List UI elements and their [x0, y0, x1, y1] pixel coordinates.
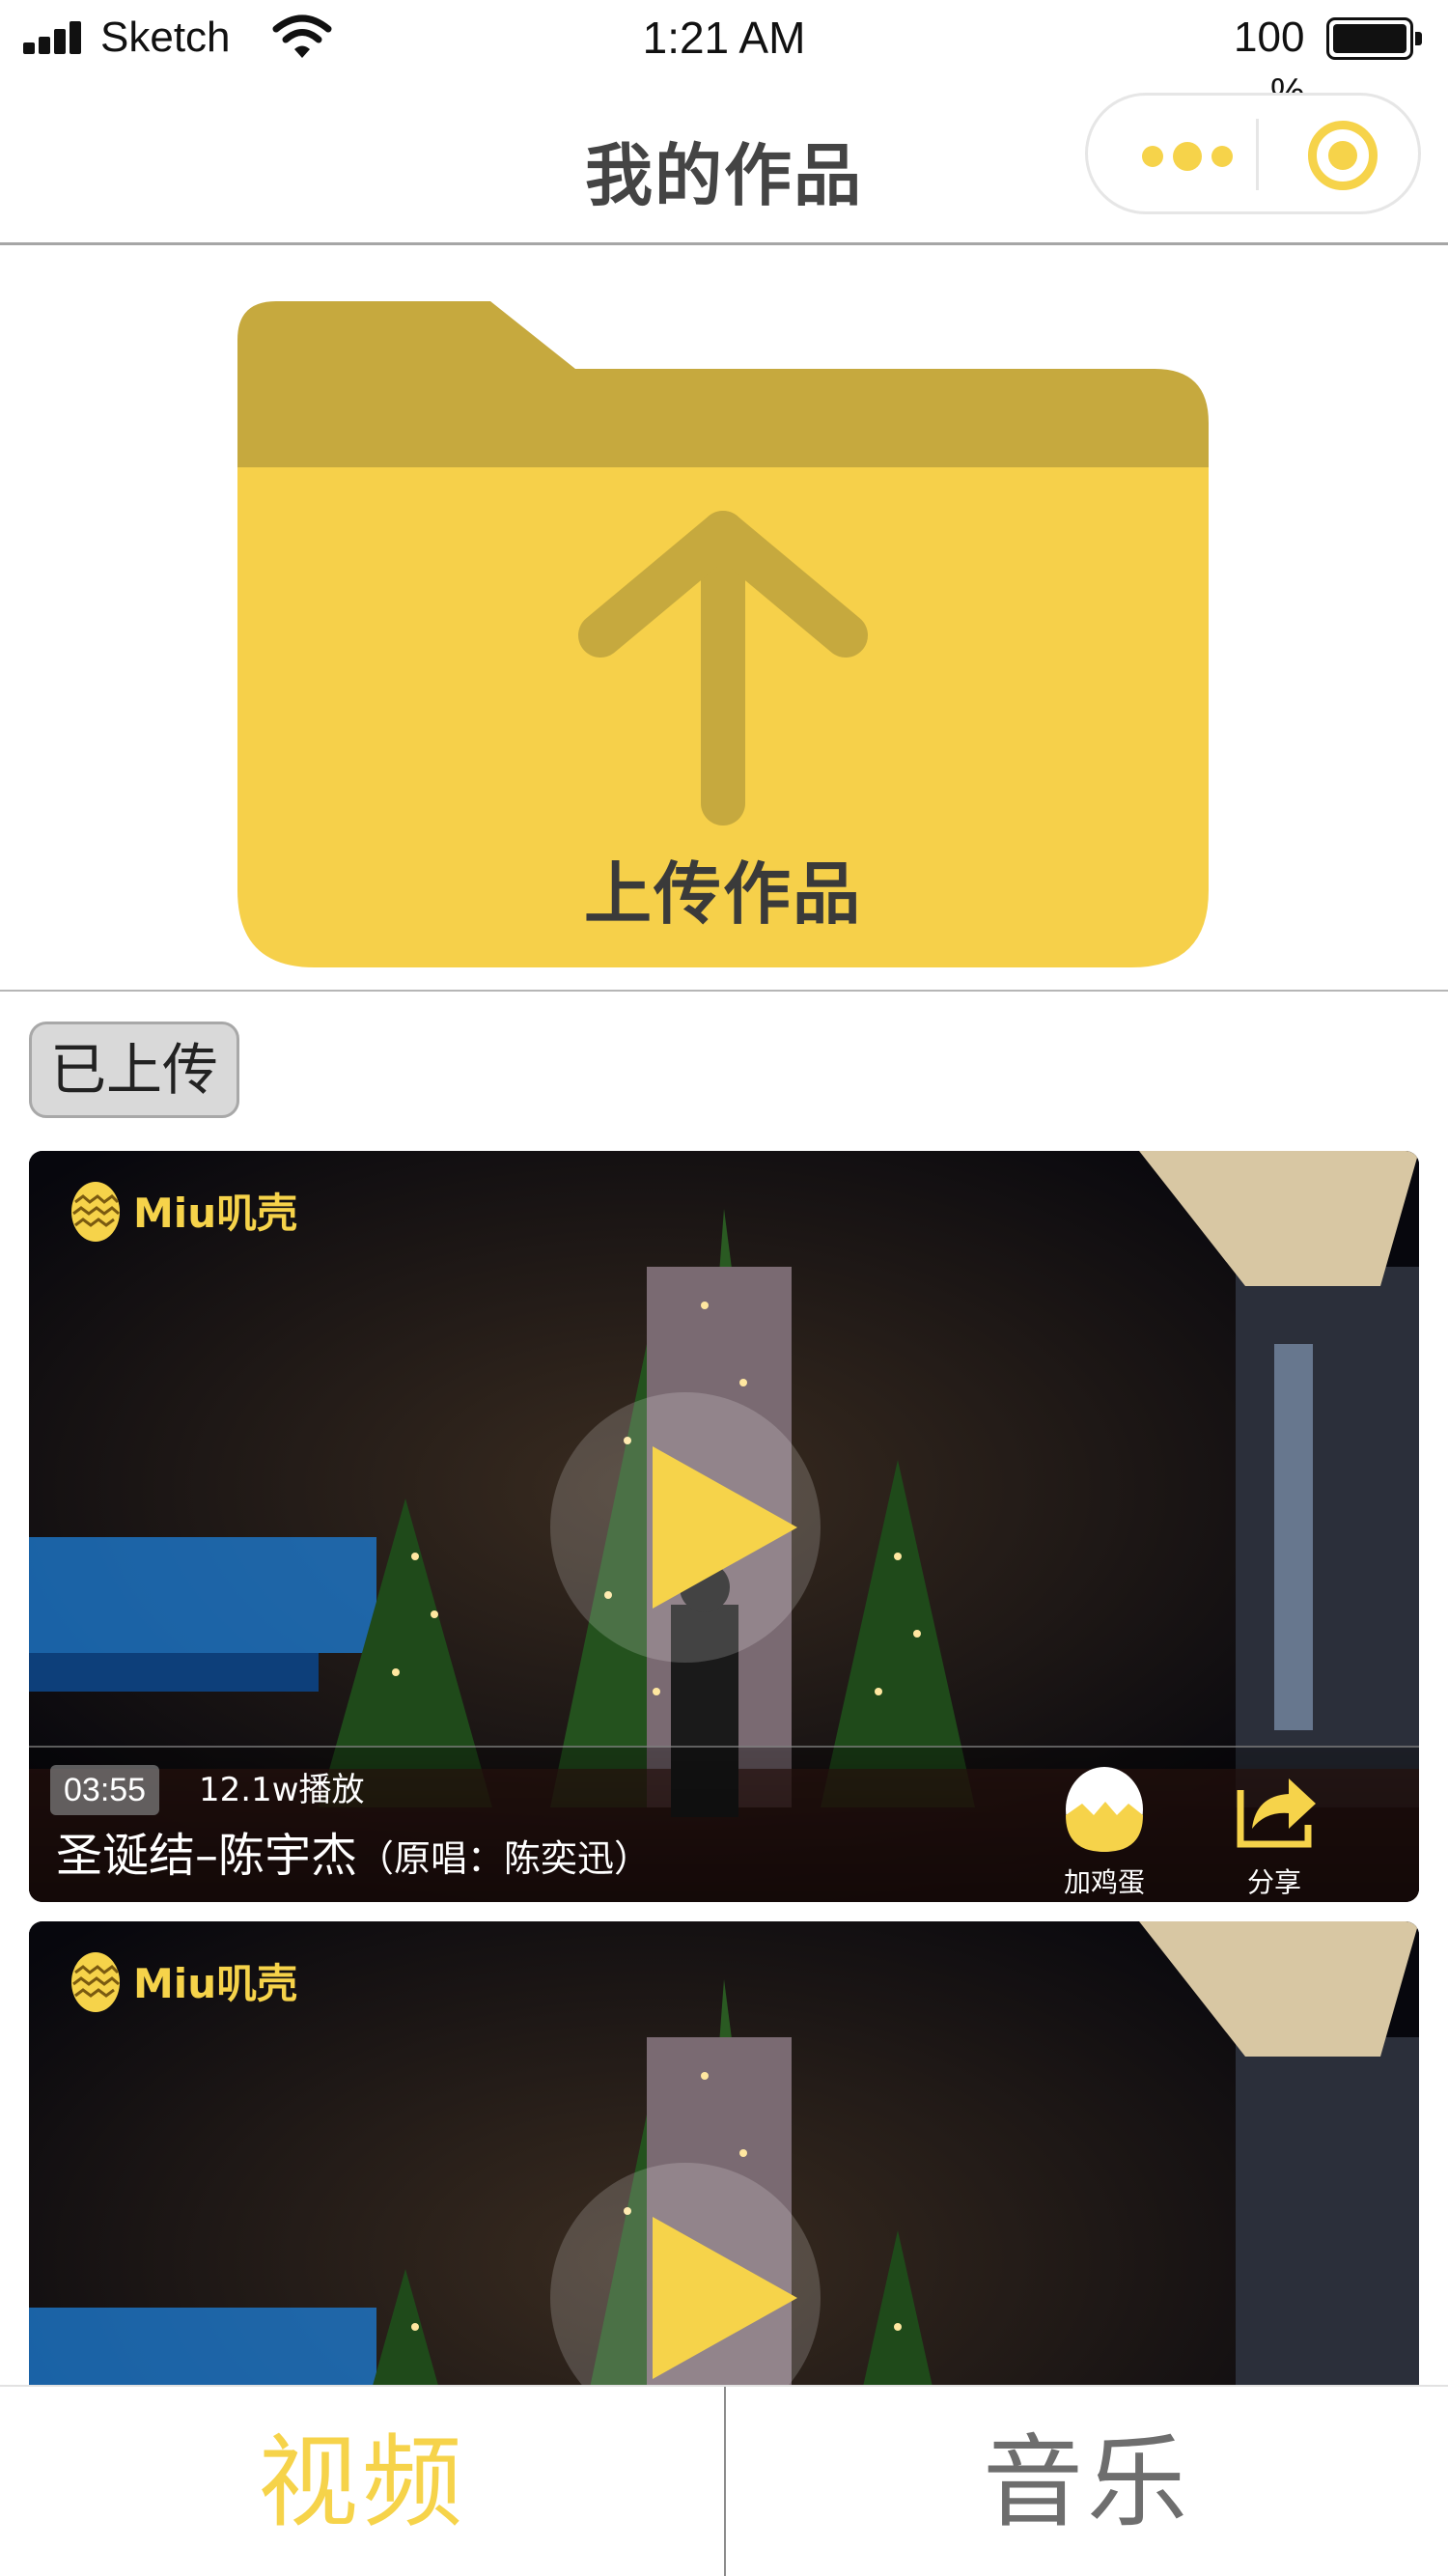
play-icon	[653, 2217, 797, 2379]
uploaded-tag[interactable]: 已上传	[29, 1022, 239, 1118]
video-duration: 03:55	[50, 1765, 160, 1815]
share-icon	[1237, 1778, 1316, 1848]
share-label: 分享	[1246, 1866, 1301, 1898]
play-count: 12.1w播放	[199, 1771, 365, 1809]
logo-text: Miu叽壳	[133, 1959, 298, 2007]
battery-percent: 100	[1234, 14, 1305, 61]
add-egg-button[interactable]: 加鸡蛋	[1046, 1761, 1162, 1900]
egg-icon	[1066, 1767, 1143, 1852]
brand-logo: Miu叽壳	[70, 1176, 297, 1244]
close-mini-program-button[interactable]	[1308, 121, 1378, 190]
egg-logo-icon	[71, 1182, 120, 1242]
clock: 1:21 AM	[642, 13, 806, 63]
nav-bar: 我的作品	[0, 79, 1448, 245]
song-name: 圣诞结–陈宇杰	[56, 1829, 358, 1883]
video-title: 圣诞结–陈宇杰（原唱：陈奕迅）	[56, 1825, 651, 1890]
tab-music[interactable]: 音乐	[724, 2387, 1448, 2576]
add-egg-label: 加鸡蛋	[1063, 1866, 1145, 1898]
tab-video[interactable]: 视频	[0, 2387, 724, 2576]
section-divider	[0, 990, 1448, 992]
mini-program-capsule	[1085, 93, 1421, 214]
play-icon	[653, 1446, 797, 1609]
egg-logo-icon	[71, 1952, 120, 2012]
status-bar: Sketch 1:21 AM 100 %	[0, 0, 1448, 114]
original-singer: （原唱：陈奕迅）	[357, 1837, 652, 1880]
battery-icon	[1326, 17, 1422, 60]
video-info-bar: 03:55 12.1w播放 圣诞结–陈宇杰（原唱：陈奕迅） 加鸡蛋 分享	[29, 1746, 1419, 1902]
video-card[interactable]: Miu叽壳 03:55 12.1w播放 圣诞结–陈宇杰（原唱：陈奕迅） 加鸡蛋 …	[29, 1151, 1419, 1902]
upload-label: 上传作品	[584, 854, 862, 934]
bottom-tab-bar: 视频 音乐	[0, 2385, 1448, 2576]
share-button[interactable]: 分享	[1216, 1761, 1332, 1900]
brand-logo: Miu叽壳	[70, 1946, 297, 2014]
more-options-button[interactable]	[1134, 136, 1240, 175]
logo-text: Miu叽壳	[133, 1189, 298, 1237]
capsule-divider	[1256, 119, 1259, 190]
upload-works-button[interactable]: 上传作品	[237, 301, 1209, 967]
play-button[interactable]	[550, 1392, 821, 1663]
